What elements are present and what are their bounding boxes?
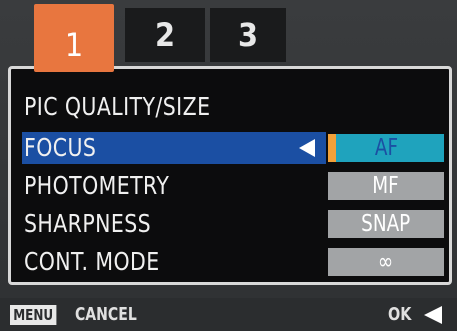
menu-item-cont-mode[interactable]: CONT. MODE <box>24 247 160 277</box>
menu-item-pic-quality-size[interactable]: PIC QUALITY/SIZE <box>24 92 210 122</box>
camera-menu-screen: 1 2 3 PIC QUALITY/SIZE FOCUS PHOTOMETRY … <box>0 0 457 331</box>
tab-3[interactable]: 3 <box>210 8 286 62</box>
left-arrow-icon <box>424 306 442 324</box>
option-af[interactable]: AF <box>328 134 444 162</box>
menu-item-sharpness[interactable]: SHARPNESS <box>24 209 151 239</box>
option-snap-label: SNAP <box>361 211 411 237</box>
footer-bar: MENU CANCEL OK <box>0 298 457 331</box>
option-cursor <box>328 134 336 162</box>
tab-1[interactable]: 1 <box>34 4 114 72</box>
menu-button-icon[interactable]: MENU <box>10 305 57 325</box>
option-infinity-label: ∞ <box>378 249 394 275</box>
option-infinity[interactable]: ∞ <box>328 248 444 276</box>
left-arrow-icon <box>299 139 315 157</box>
menu-item-photometry[interactable]: PHOTOMETRY <box>24 171 169 201</box>
option-snap[interactable]: SNAP <box>328 210 444 238</box>
menu-item-focus[interactable]: FOCUS <box>24 133 96 163</box>
option-mf[interactable]: MF <box>328 172 444 200</box>
tab-2[interactable]: 2 <box>125 8 205 62</box>
cancel-label: CANCEL <box>75 304 137 325</box>
option-mf-label: MF <box>372 173 400 199</box>
menu-content: PIC QUALITY/SIZE FOCUS PHOTOMETRY SHARPN… <box>8 66 452 285</box>
ok-label: OK <box>388 304 412 325</box>
option-af-label: AF <box>374 135 398 161</box>
